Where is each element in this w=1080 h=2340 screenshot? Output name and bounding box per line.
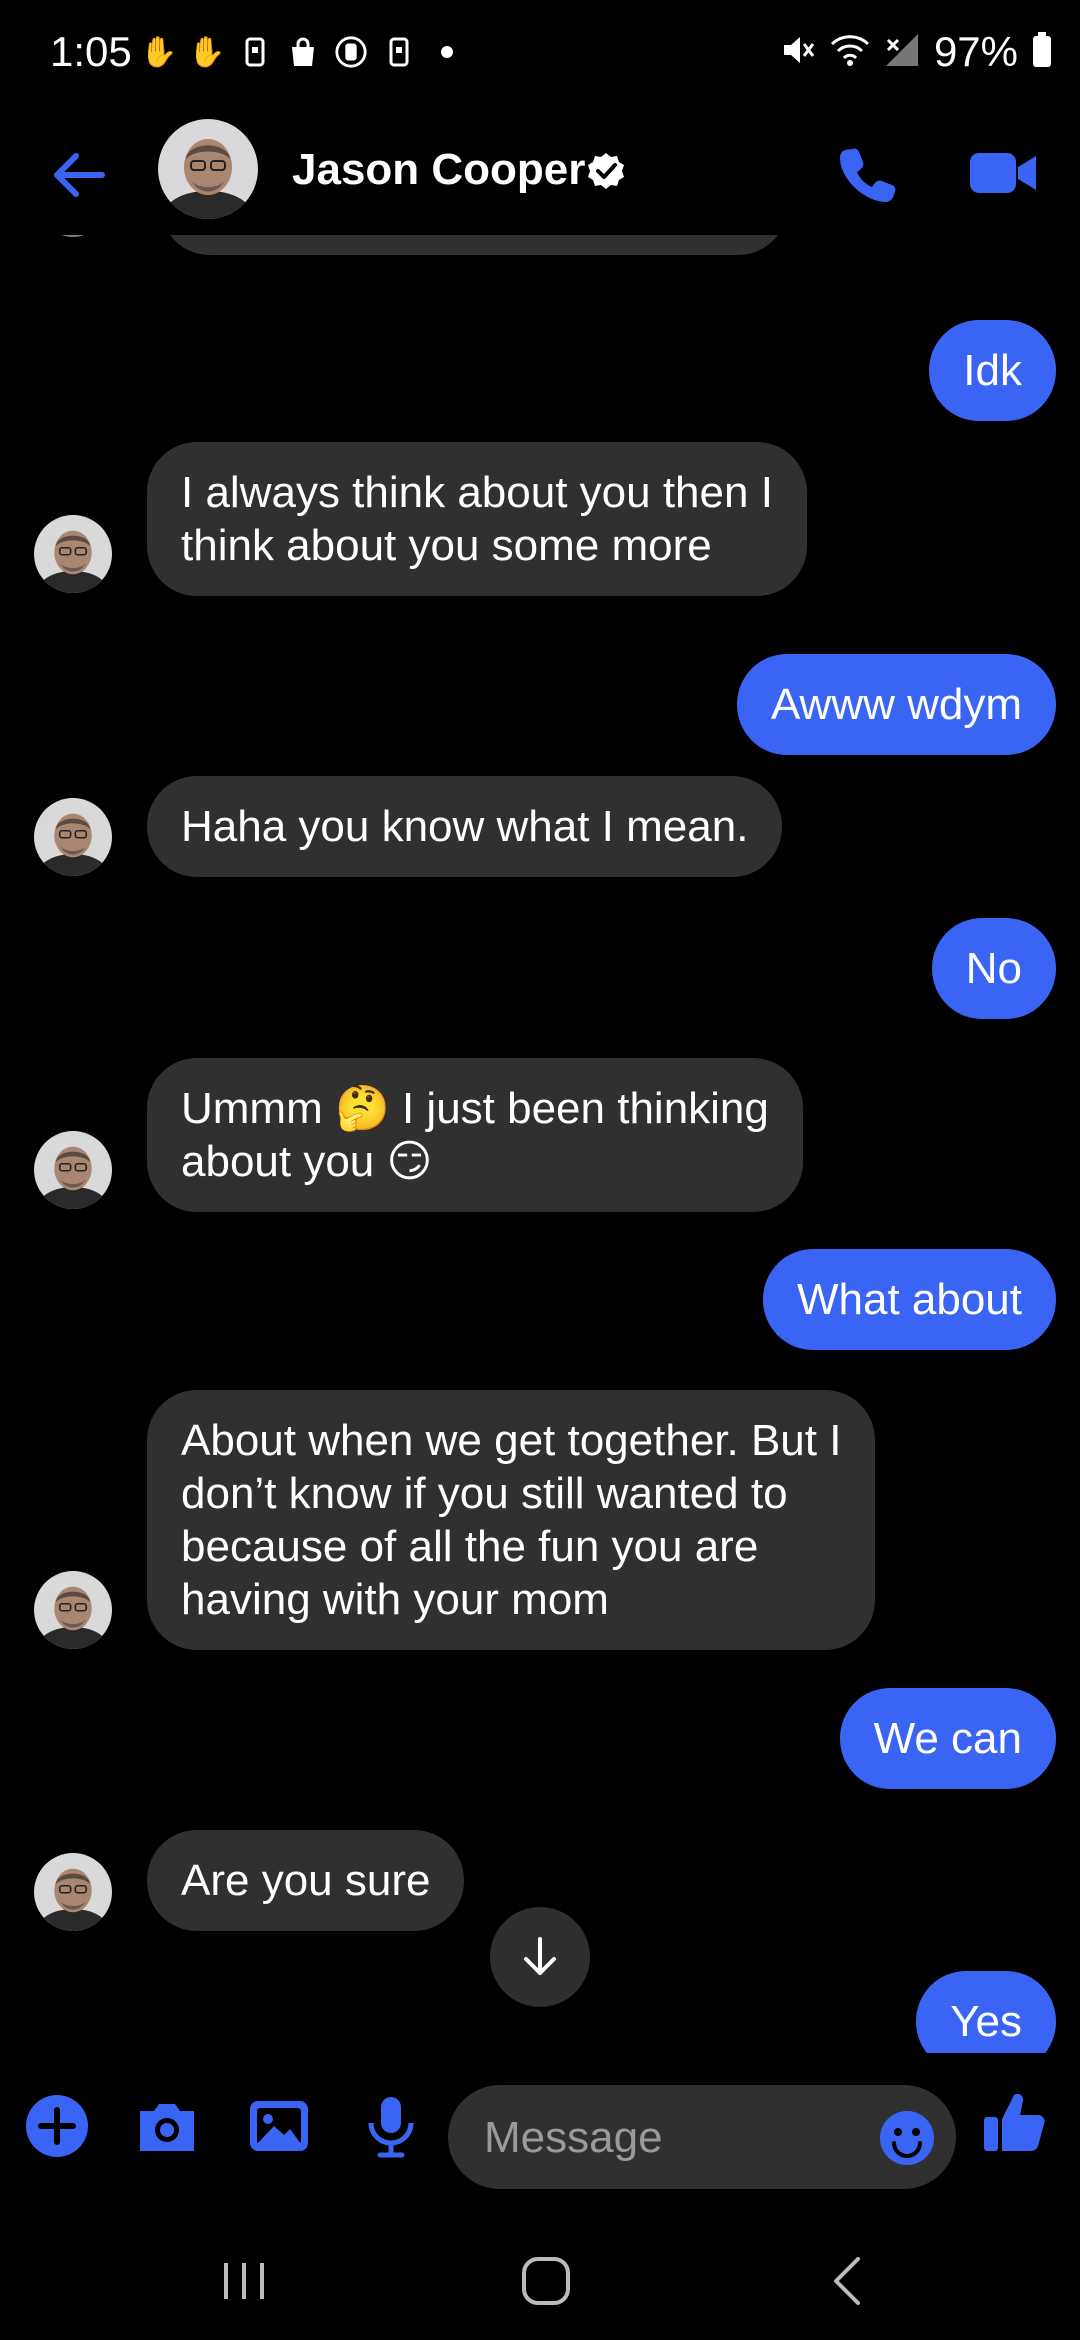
- recent-apps-button[interactable]: [214, 2251, 274, 2311]
- video-call-button[interactable]: [968, 145, 1038, 201]
- sender-avatar[interactable]: [34, 1853, 112, 1931]
- verified-badge-icon: [586, 151, 626, 191]
- message-incoming[interactable]: Haha you know what I mean.: [147, 776, 783, 877]
- conversation-header: Jason Cooper: [0, 115, 1080, 235]
- camera-button[interactable]: [134, 2093, 200, 2159]
- status-time: 1:05: [50, 28, 132, 75]
- message-line: having with your mom: [181, 1575, 609, 1624]
- chevron-left-icon: [834, 2257, 860, 2305]
- camera-icon: [140, 2104, 194, 2151]
- message-outgoing[interactable]: Idk: [929, 320, 1056, 421]
- more-notifications-dot-icon: [430, 34, 464, 70]
- message-line: think about you some more: [181, 521, 712, 570]
- message-line: About when we get together. But I: [181, 1416, 842, 1465]
- message-composer: [0, 2053, 1080, 2223]
- like-button[interactable]: [982, 2089, 1046, 2155]
- message-input-container: [448, 2085, 956, 2191]
- audio-call-button[interactable]: [838, 143, 898, 203]
- message-line: because of all the fun you are: [181, 1522, 759, 1571]
- message-outgoing[interactable]: Yes: [916, 1971, 1056, 2053]
- emoji-button[interactable]: [878, 2109, 936, 2167]
- video-camera-icon: [970, 153, 1036, 193]
- status-bar: 1:05 ✋ ✋ 97%: [0, 0, 1080, 115]
- message-outgoing[interactable]: No: [931, 918, 1056, 1019]
- message-incoming[interactable]: About when we get together. But I don’t …: [147, 1390, 876, 1650]
- message-line: Ummm 🤔 I just been thinking: [181, 1084, 769, 1133]
- phone-notification-icon: [382, 34, 416, 70]
- home-icon: [522, 2257, 570, 2305]
- sender-avatar[interactable]: [34, 1571, 112, 1649]
- sender-avatar[interactable]: [34, 798, 112, 876]
- system-navigation-bar: [0, 2223, 1080, 2340]
- thumbs-up-icon: [984, 2093, 1045, 2151]
- wifi-icon: [830, 32, 870, 73]
- arrow-left-icon: [54, 153, 105, 197]
- message-line: don’t know if you still wanted to: [181, 1469, 788, 1518]
- battery-icon: [1032, 31, 1052, 73]
- scroll-to-bottom-button[interactable]: [490, 1907, 590, 2007]
- mute-icon: [780, 32, 816, 73]
- avatar-image: [34, 1853, 112, 1931]
- avatar-image: [34, 798, 112, 876]
- recents-icon: [224, 2263, 264, 2299]
- microphone-icon: [368, 2097, 414, 2158]
- avatar-image: [158, 119, 258, 219]
- message-incoming[interactable]: I always think about you then I think ab…: [147, 442, 807, 596]
- avatar-image: [34, 515, 112, 593]
- message-outgoing[interactable]: What about: [762, 1249, 1056, 1350]
- avatar-image: [34, 1571, 112, 1649]
- message-outgoing[interactable]: We can: [839, 1688, 1056, 1789]
- notification-icons: ✋ ✋: [140, 34, 464, 70]
- image-icon: [250, 2101, 308, 2151]
- hand-icon: ✋: [188, 35, 226, 69]
- battery-percent: 97%: [933, 28, 1018, 75]
- shopping-bag-icon: [286, 34, 320, 70]
- system-status: 97%: [780, 28, 1052, 76]
- contact-name[interactable]: Jason Cooper: [292, 145, 585, 195]
- message-line: about you 😏: [181, 1137, 433, 1186]
- sender-avatar[interactable]: [34, 1131, 112, 1209]
- message-outgoing[interactable]: Awww wdym: [736, 654, 1056, 755]
- message-incoming[interactable]: Ummm 🤔 I just been thinking about you 😏: [147, 1058, 803, 1212]
- phone-notification-icon: [238, 34, 272, 70]
- sender-avatar[interactable]: [34, 515, 112, 593]
- message-line: I always think about you then I: [181, 468, 773, 517]
- gallery-button[interactable]: [246, 2093, 312, 2159]
- avatar-image: [34, 1131, 112, 1209]
- message-incoming[interactable]: Are you sure: [147, 1830, 465, 1931]
- contact-avatar[interactable]: [158, 119, 258, 219]
- previous-avatar: [40, 235, 106, 237]
- smiley-icon: [880, 2111, 934, 2165]
- back-button[interactable]: [48, 145, 108, 205]
- signal-icon: [884, 32, 920, 73]
- voice-message-button[interactable]: [358, 2093, 424, 2159]
- hand-icon: ✋: [140, 35, 178, 69]
- message-input[interactable]: [482, 2085, 866, 2191]
- back-nav-button[interactable]: [820, 2251, 880, 2311]
- more-actions-button[interactable]: [24, 2093, 90, 2159]
- arrow-down-icon: [524, 1937, 556, 1975]
- home-button[interactable]: [516, 2251, 576, 2311]
- phone-icon: [840, 148, 896, 202]
- previous-message-bubble: [160, 235, 788, 255]
- message-thread[interactable]: Idk I always think about you then I thin…: [0, 235, 1080, 2053]
- app-notification-icon: [334, 34, 368, 70]
- plus-circle-icon: [26, 2095, 88, 2157]
